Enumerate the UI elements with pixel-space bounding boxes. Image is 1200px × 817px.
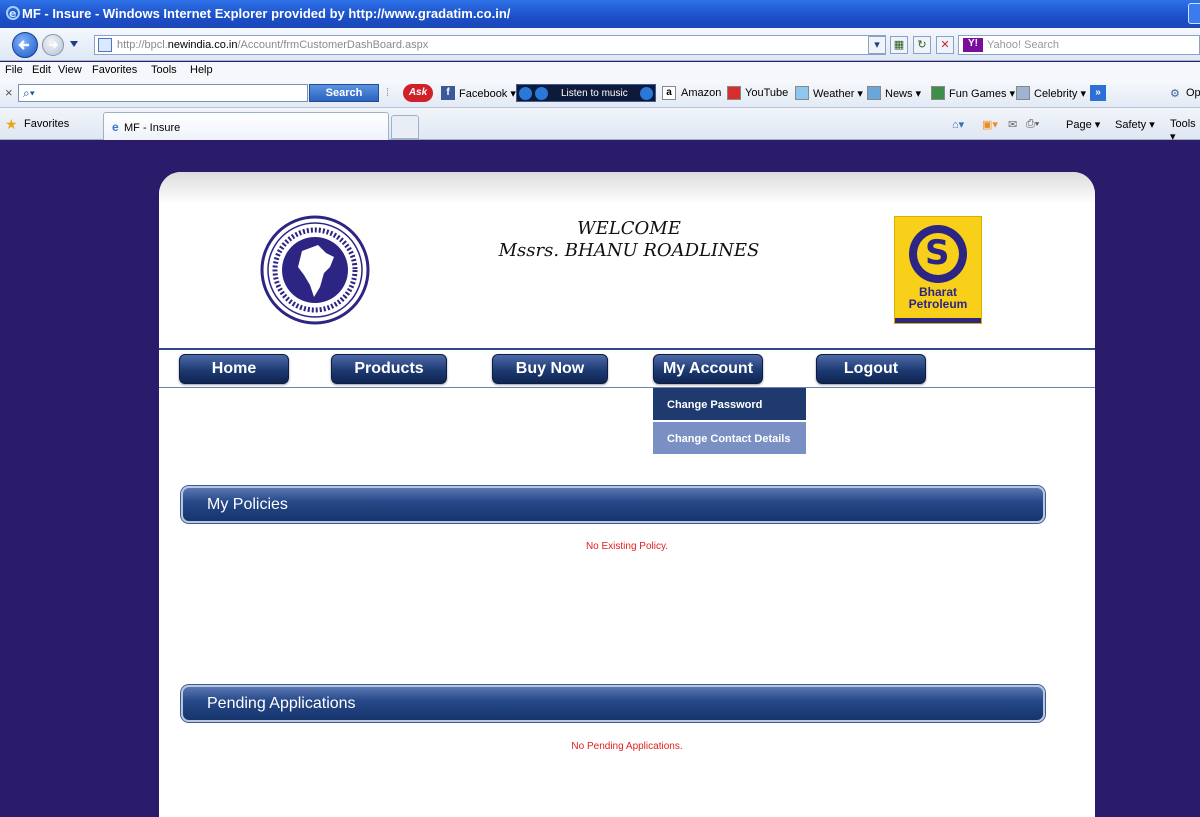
forward-button[interactable] bbox=[42, 34, 64, 56]
forward-arrow-icon bbox=[49, 41, 59, 49]
nav-my-account-button[interactable]: My Account bbox=[653, 354, 763, 384]
nav-logout-button[interactable]: Logout bbox=[816, 354, 926, 384]
minimize-button[interactable] bbox=[1188, 3, 1200, 24]
tools-menu-button[interactable]: Tools ▾ bbox=[1170, 118, 1200, 143]
amazon-icon: a bbox=[662, 86, 676, 100]
no-policy-message: No Existing Policy. bbox=[585, 541, 669, 552]
yahoo-search-field[interactable]: Y! Yahoo! Search bbox=[958, 35, 1200, 55]
no-pending-message: No Pending Applications. bbox=[571, 741, 683, 752]
menu-view[interactable]: View bbox=[58, 64, 82, 76]
bp-emblem-icon: S bbox=[909, 225, 967, 283]
pending-applications-header: Pending Applications bbox=[181, 685, 1045, 722]
svg-text:e: e bbox=[9, 7, 16, 20]
celebrity-icon bbox=[1016, 86, 1030, 100]
menu-tools[interactable]: Tools bbox=[151, 64, 177, 76]
weather-icon bbox=[795, 86, 809, 100]
tab-title: MF - Insure bbox=[124, 122, 181, 134]
nav-products-button[interactable]: Products bbox=[331, 354, 447, 384]
yahoo-icon: Y! bbox=[963, 38, 983, 52]
window-titlebar: e MF - Insure - Windows Internet Explore… bbox=[0, 0, 1200, 28]
print-icon[interactable]: ⎙▾ bbox=[1026, 118, 1039, 131]
toolbar-search-input[interactable]: ⌕▾ bbox=[18, 84, 308, 102]
celebrity-button[interactable]: Celebrity ▾ bbox=[1034, 87, 1086, 100]
nav-home-button[interactable]: Home bbox=[179, 354, 289, 384]
options-icon: ⚙ bbox=[1170, 88, 1180, 100]
url-prefix: http://bpcl. bbox=[117, 39, 168, 51]
new-india-assurance-logo bbox=[260, 215, 370, 325]
favorites-button[interactable]: Favorites bbox=[24, 118, 69, 130]
toolbar-overflow-button[interactable]: » bbox=[1090, 85, 1106, 101]
safety-menu-button[interactable]: Safety ▾ bbox=[1115, 118, 1155, 131]
menu-bar: File Edit View Favorites Tools Help bbox=[0, 62, 1200, 79]
compatibility-view-icon[interactable]: ▦ bbox=[890, 36, 908, 54]
toolbar-search-button[interactable]: Search bbox=[309, 84, 379, 102]
music-dropdown-icon[interactable] bbox=[640, 87, 653, 100]
favorites-star-icon: ★ bbox=[5, 116, 18, 132]
back-button[interactable] bbox=[12, 32, 38, 58]
feeds-icon[interactable]: ▣▾ bbox=[982, 118, 998, 131]
menu-edit[interactable]: Edit bbox=[32, 64, 51, 76]
my-policies-header: My Policies bbox=[181, 486, 1045, 523]
mail-icon[interactable]: ✉ bbox=[1008, 118, 1017, 131]
options-button[interactable]: Op bbox=[1186, 87, 1200, 99]
welcome-line-1: WELCOME bbox=[577, 218, 681, 239]
facebook-button[interactable]: Facebook ▾ bbox=[459, 87, 516, 100]
welcome-line-2: Mssrs. BHANU ROADLINES bbox=[498, 240, 760, 261]
back-arrow-icon bbox=[18, 40, 29, 50]
url-path: /Account/frmCustomerDashBoard.aspx bbox=[237, 39, 429, 51]
search-icon: ⌕▾ bbox=[23, 86, 35, 100]
play-icon[interactable] bbox=[519, 87, 532, 100]
menu-file[interactable]: File bbox=[5, 64, 23, 76]
url-dropdown-button[interactable]: ▾ bbox=[868, 36, 886, 54]
page-menu-button[interactable]: Page ▾ bbox=[1066, 118, 1100, 131]
menu-favorites[interactable]: Favorites bbox=[92, 64, 137, 76]
home-icon[interactable]: ⌂▾ bbox=[952, 118, 964, 131]
youtube-button[interactable]: YouTube bbox=[745, 87, 788, 99]
address-bar: http://bpcl.newindia.co.in/Account/frmCu… bbox=[0, 28, 1200, 61]
site-panel: WELCOME Mssrs. BHANU ROADLINES S Bharat … bbox=[159, 172, 1095, 817]
refresh-icon[interactable]: ↻ bbox=[913, 36, 931, 54]
close-toolbar-icon[interactable]: × bbox=[5, 85, 13, 100]
menu-help[interactable]: Help bbox=[190, 64, 213, 76]
page-icon bbox=[98, 38, 112, 52]
new-tab-button[interactable] bbox=[391, 115, 419, 139]
amazon-button[interactable]: Amazon bbox=[681, 87, 721, 99]
my-account-submenu: Change Password Change Contact Details bbox=[653, 388, 806, 456]
ask-logo-button[interactable]: Ask bbox=[403, 84, 433, 102]
youtube-icon bbox=[727, 86, 741, 100]
welcome-message: WELCOME Mssrs. BHANU ROADLINES bbox=[459, 218, 799, 262]
nav-bottom-line bbox=[159, 387, 1095, 388]
tab-mf-insure[interactable]: e MF - Insure bbox=[103, 112, 389, 140]
url-domain: newindia.co.in bbox=[167, 39, 238, 51]
window-title: MF - Insure - Windows Internet Explorer … bbox=[22, 6, 511, 21]
ask-toolbar: × ⌕▾ Search ⁞ Ask f Facebook ▾ Listen to… bbox=[0, 79, 1200, 108]
news-icon bbox=[867, 86, 881, 100]
music-player[interactable]: Listen to music bbox=[516, 84, 656, 102]
nav-buy-now-button[interactable]: Buy Now bbox=[492, 354, 608, 384]
stop-icon[interactable]: ✕ bbox=[936, 36, 954, 54]
fun-games-button[interactable]: Fun Games ▾ bbox=[949, 87, 1015, 100]
facebook-icon: f bbox=[441, 86, 455, 100]
fun-games-icon bbox=[931, 86, 945, 100]
ie-logo-icon: e bbox=[6, 6, 20, 20]
change-password-item[interactable]: Change Password bbox=[653, 388, 806, 422]
ie-page-icon: e bbox=[112, 120, 119, 134]
bharat-petroleum-logo: S Bharat Petroleum bbox=[894, 216, 982, 324]
change-contact-details-item[interactable]: Change Contact Details bbox=[653, 422, 806, 456]
music-label: Listen to music bbox=[561, 88, 628, 99]
bp-logo-text: Bharat Petroleum bbox=[908, 285, 968, 311]
url-field[interactable]: http://bpcl.newindia.co.in/Account/frmCu… bbox=[94, 35, 886, 55]
favorites-bar: ★ Favorites e MF - Insure ⌂▾ ▣▾ ✉ ⎙▾ Pag… bbox=[0, 108, 1200, 143]
news-button[interactable]: News ▾ bbox=[885, 87, 921, 100]
recent-pages-dropdown-icon[interactable] bbox=[70, 41, 78, 47]
volume-icon[interactable] bbox=[535, 87, 548, 100]
yahoo-search-placeholder: Yahoo! Search bbox=[987, 39, 1059, 51]
nav-top-line bbox=[159, 348, 1095, 350]
toolbar-separator-icon: ⁞ bbox=[386, 87, 390, 99]
weather-button[interactable]: Weather ▾ bbox=[813, 87, 863, 100]
panel-top-band bbox=[159, 172, 1095, 204]
